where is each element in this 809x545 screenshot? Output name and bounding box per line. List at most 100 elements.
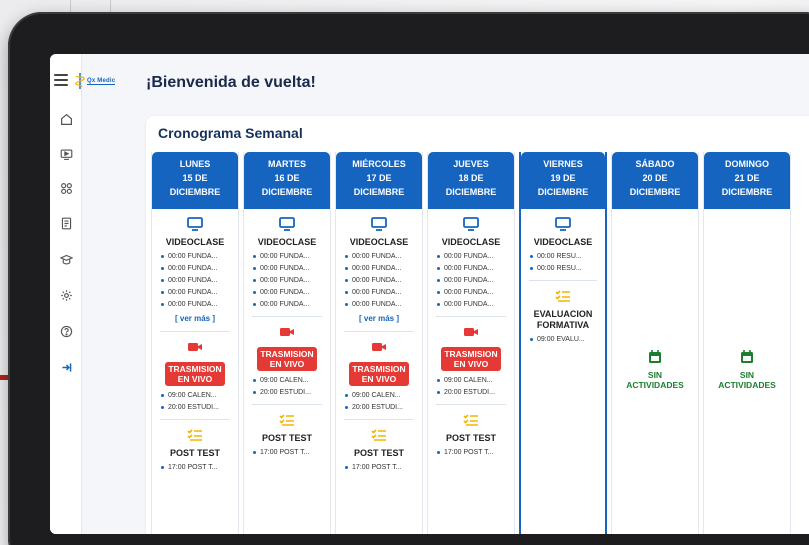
videoclase-section: VIDEOCLASE 00:00 FUNDA... 00:00 FUNDA...… (336, 217, 422, 323)
activity-item[interactable]: 00:00 FUNDA... (437, 277, 514, 284)
post-test-title: POST TEST (445, 433, 496, 443)
post-test-title: POST TEST (261, 433, 312, 443)
day-month: DICIEMBRE (629, 187, 681, 197)
activity-item[interactable]: 17:00 POST T... (437, 449, 514, 456)
activity-item[interactable]: 20:00 ESTUDI... (345, 404, 422, 411)
grid-icon[interactable] (59, 181, 73, 195)
document-icon[interactable] (59, 216, 73, 230)
activity-item[interactable]: 00:00 FUNDA... (345, 253, 422, 260)
evaluation-section: EVALUACION FORMATIVA 09:00 EVALU... (521, 289, 605, 343)
activity-item[interactable]: 00:00 FUNDA... (253, 265, 330, 272)
live-badge: TRASMISION EN VIVO (441, 347, 501, 371)
day-header: DOMINGO 21 DE DICIEMBRE (704, 152, 790, 209)
day-column-lunes: LUNES 15 DE DICIEMBRE VIDEOCLASE 00:00 F… (151, 152, 239, 534)
activity-item[interactable]: 00:00 RESU... (530, 253, 605, 260)
activity-item[interactable]: 00:00 FUNDA... (437, 289, 514, 296)
videoclase-title: VIDEOCLASE (257, 237, 317, 247)
activity-item[interactable]: 00:00 FUNDA... (253, 301, 330, 308)
day-month: DICIEMBRE (445, 187, 497, 197)
activity-item[interactable]: 00:00 FUNDA... (437, 265, 514, 272)
activity-item[interactable]: 09:00 CALEN... (345, 392, 422, 399)
live-section: TRASMISION EN VIVO 09:00 CALEN... 20:00 E… (336, 340, 422, 411)
camera-icon (244, 325, 330, 341)
video-icon[interactable] (59, 147, 73, 161)
activity-item[interactable]: 00:00 RESU... (530, 265, 605, 272)
activity-item[interactable]: 20:00 ESTUDI... (161, 404, 238, 411)
checklist-icon (428, 413, 514, 429)
activity-item[interactable]: 09:00 CALEN... (437, 377, 514, 384)
activity-item[interactable]: 20:00 ESTUDI... (437, 389, 514, 396)
activity-item[interactable]: 00:00 FUNDA... (437, 253, 514, 260)
activity-item[interactable]: 00:00 FUNDA... (161, 301, 238, 308)
home-icon[interactable] (59, 112, 73, 126)
activity-item[interactable]: 00:00 FUNDA... (161, 289, 238, 296)
qx-medic-logo[interactable]: Qx Medic (74, 69, 120, 93)
activity-item[interactable]: 00:00 FUNDA... (345, 289, 422, 296)
no-activities-text: SIN ACTIVIDADES (718, 370, 776, 390)
checklist-icon (336, 428, 422, 444)
activity-item[interactable]: 00:00 FUNDA... (161, 265, 238, 272)
activity-item[interactable]: 00:00 FUNDA... (345, 277, 422, 284)
activity-item[interactable]: 00:00 FUNDA... (161, 253, 238, 260)
checklist-icon (152, 428, 238, 444)
activity-item[interactable]: 00:00 FUNDA... (345, 265, 422, 272)
monitor-icon (244, 217, 330, 233)
videoclase-section: VIDEOCLASE 00:00 FUNDA... 00:00 FUNDA...… (244, 217, 330, 308)
ver-mas-link[interactable]: [ ver más ] (152, 314, 238, 323)
activity-item[interactable]: 17:00 POST T... (253, 449, 330, 456)
day-date: 21 DE (734, 173, 760, 183)
calendar-icon (612, 350, 698, 366)
activity-item[interactable]: 00:00 FUNDA... (161, 277, 238, 284)
activity-item[interactable]: 17:00 POST T... (345, 464, 422, 471)
activity-item[interactable]: 09:00 CALEN... (161, 392, 238, 399)
divider (160, 331, 230, 332)
activity-item[interactable]: 09:00 CALEN... (253, 377, 330, 384)
logout-icon[interactable] (59, 360, 73, 374)
day-column-martes: MARTES 16 DE DICIEMBRE VIDEOCLASE 00:00 … (243, 152, 331, 534)
activity-item[interactable]: 00:00 FUNDA... (345, 301, 422, 308)
live-badge: TRASMISION EN VIVO (257, 347, 317, 371)
day-name: MARTES (268, 159, 306, 169)
ver-mas-link[interactable]: [ ver más ] (336, 314, 422, 323)
logo-text: Qx Medic (87, 77, 116, 85)
day-header: VIERNES 19 DE DICIEMBRE (521, 152, 605, 209)
activity-item[interactable]: 09:00 EVALU... (530, 336, 605, 343)
live-badge: TRASMISION EN VIVO (349, 362, 409, 386)
graduation-icon[interactable] (59, 252, 73, 266)
settings-icon[interactable] (59, 288, 73, 302)
day-column-viernes: VIERNES 19 DE DICIEMBRE VIDEOCLASE 00:00… (519, 152, 607, 534)
activity-item[interactable]: 00:00 FUNDA... (253, 253, 330, 260)
caduceus-icon (75, 73, 85, 89)
checklist-icon (521, 289, 605, 305)
activity-item[interactable]: 00:00 FUNDA... (253, 289, 330, 296)
activity-item[interactable]: 00:00 FUNDA... (437, 301, 514, 308)
divider (252, 316, 322, 317)
divider (436, 404, 506, 405)
videoclase-section: VIDEOCLASE 00:00 FUNDA... 00:00 FUNDA...… (428, 217, 514, 308)
help-icon[interactable] (59, 324, 73, 338)
welcome-heading: ¡Bienvenida de vuelta! (146, 74, 316, 91)
day-column-miercoles: MIÉRCOLES 17 DE DICIEMBRE VIDEOCLASE 00:… (335, 152, 423, 534)
live-section: TRASMISION EN VIVO 09:00 CALEN... 20:00 E… (244, 325, 330, 396)
hamburger-menu-icon[interactable] (54, 74, 68, 86)
day-name: VIERNES (543, 159, 583, 169)
post-test-section: POST TEST 17:00 POST T... (428, 413, 514, 456)
day-name: SÁBADO (635, 159, 675, 169)
divider (344, 331, 414, 332)
activity-item[interactable]: 17:00 POST T... (161, 464, 238, 471)
videoclase-title: VIDEOCLASE (349, 237, 409, 247)
day-month: DICIEMBRE (169, 187, 221, 197)
day-name: DOMINGO (725, 159, 769, 169)
videoclase-section: VIDEOCLASE 00:00 FUNDA... 00:00 FUNDA...… (152, 217, 238, 323)
post-test-title: POST TEST (169, 448, 220, 458)
day-name: MIÉRCOLES (352, 159, 406, 169)
day-date: 15 DE (182, 173, 208, 183)
activity-item[interactable]: 20:00 ESTUDI... (253, 389, 330, 396)
day-month: DICIEMBRE (537, 187, 589, 197)
videoclase-title: VIDEOCLASE (441, 237, 501, 247)
divider (344, 419, 414, 420)
schedule-title: Cronograma Semanal (158, 125, 303, 141)
activity-item[interactable]: 00:00 FUNDA... (253, 277, 330, 284)
day-month: DICIEMBRE (261, 187, 313, 197)
monitor-icon (336, 217, 422, 233)
